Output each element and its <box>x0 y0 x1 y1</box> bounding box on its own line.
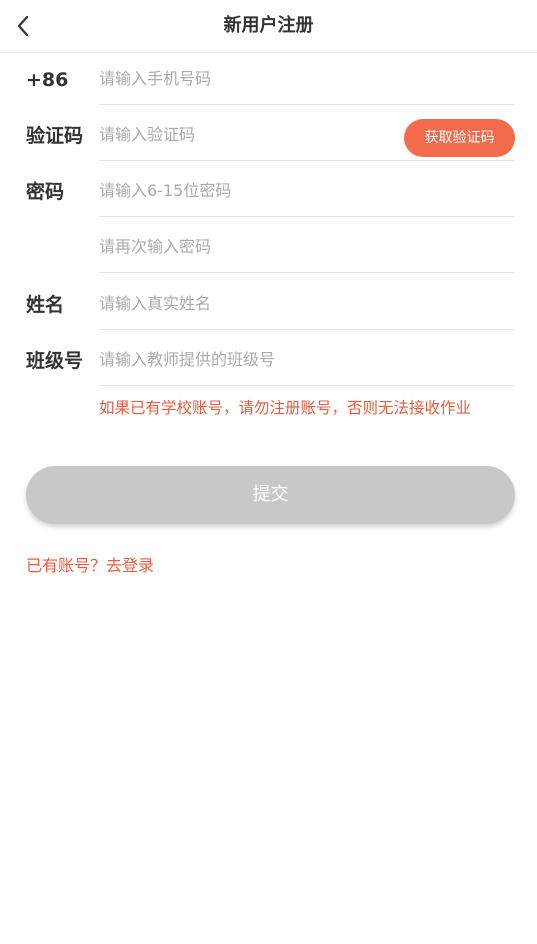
get-code-button[interactable]: 获取验证码 <box>404 119 515 157</box>
name-label: 姓名 <box>26 294 65 316</box>
class-code-label: 班级号 <box>26 350 84 372</box>
password-confirm-field-container <box>99 220 515 273</box>
app-header: 新用户注册 <box>0 0 537 53</box>
password-confirm-input[interactable] <box>99 220 389 272</box>
code-field-container: 获取验证码 <box>99 108 515 161</box>
name-field-container <box>99 277 515 330</box>
password-field-container <box>99 164 515 217</box>
password-row: 密码 <box>0 164 537 220</box>
phone-country-code: +86 <box>26 69 69 91</box>
class-code-field-container <box>99 333 515 386</box>
password-confirm-row <box>0 220 537 276</box>
password-label: 密码 <box>26 181 65 203</box>
code-input[interactable] <box>99 108 389 160</box>
name-input[interactable] <box>99 277 389 329</box>
name-row: 姓名 <box>0 277 537 333</box>
class-code-row: 班级号 <box>0 333 537 389</box>
code-row: 验证码 获取验证码 <box>0 108 537 164</box>
account-warning: 如果已有学校账号，请勿注册账号，否则无法接收作业 <box>99 399 472 417</box>
submit-button[interactable]: 提交 <box>26 466 515 524</box>
phone-input[interactable] <box>99 52 389 104</box>
class-code-input[interactable] <box>99 333 389 385</box>
code-label: 验证码 <box>26 125 84 147</box>
page-title: 新用户注册 <box>223 15 314 36</box>
phone-field-container <box>99 52 515 105</box>
phone-row: +86 <box>0 52 537 108</box>
password-input[interactable] <box>99 164 389 216</box>
login-link[interactable]: 已有账号？去登录 <box>26 554 154 578</box>
